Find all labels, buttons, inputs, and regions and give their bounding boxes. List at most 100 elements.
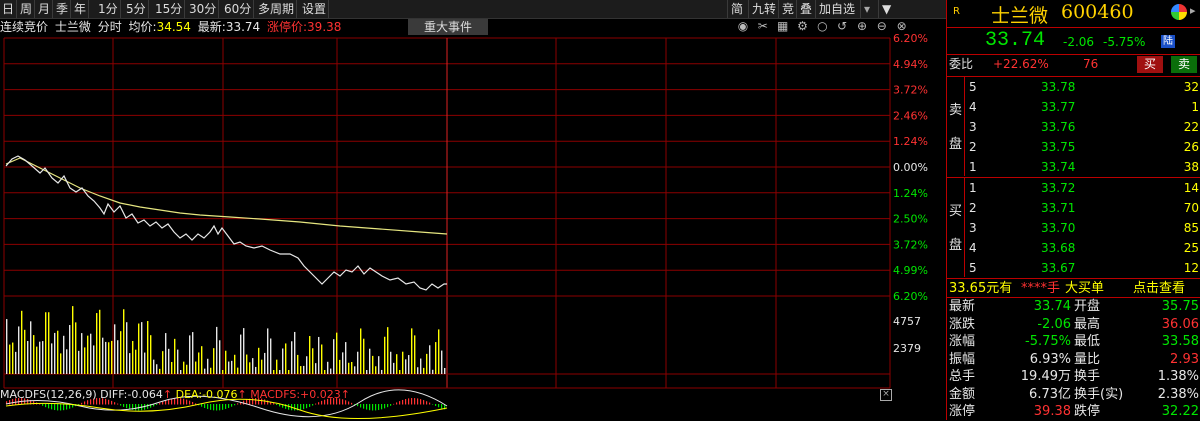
volume-bar [267, 328, 269, 374]
bid-row[interactable]: 4 33.68 25 [947, 239, 1200, 258]
macd-bar [147, 404, 149, 409]
period-1min-button[interactable]: 1分 [96, 0, 121, 18]
expand-icon[interactable]: ▸ [1190, 4, 1196, 17]
volume-bar [102, 337, 104, 374]
volume-bar [429, 345, 431, 374]
add-watchlist-button[interactable]: 加自选 [815, 0, 858, 18]
undo-icon[interactable]: ↺ [834, 19, 850, 33]
eye-icon[interactable]: ◉ [735, 19, 751, 33]
macd-bar [237, 403, 239, 405]
ask-row[interactable]: 1 33.74 38 [947, 158, 1200, 177]
period-15min-button[interactable]: 15分 [153, 0, 186, 18]
bid-volume: 14 [1183, 181, 1199, 195]
bid-row[interactable]: 5 33.67 12 [947, 259, 1200, 278]
volume-bar [291, 341, 293, 374]
r-badge: R [953, 6, 960, 17]
stat-value: 2.93 [1170, 351, 1199, 367]
dea-line [5, 398, 448, 420]
volume-bar [171, 361, 173, 374]
overlay-button[interactable]: 叠 [796, 0, 815, 18]
avg-price-value: 34.54 [156, 20, 191, 34]
auction-button[interactable]: 竞 [778, 0, 797, 18]
watchlist-dropdown-icon[interactable]: ▾ [860, 0, 873, 18]
macd-bar [114, 402, 116, 405]
pct-tick-label: 1.24% [893, 187, 928, 200]
volume-bar [93, 345, 95, 374]
settings-button[interactable]: 设置 [300, 0, 330, 18]
volume-bar [405, 359, 407, 374]
volume-bar [354, 366, 356, 374]
color-wheel-icon[interactable] [1171, 4, 1187, 20]
ask-row[interactable]: 2 33.75 26 [947, 138, 1200, 157]
volume-bar [18, 326, 20, 374]
period-60min-button[interactable]: 60分 [222, 0, 255, 18]
volume-bar [342, 352, 344, 374]
volume-bar [366, 370, 368, 374]
bid-price: 33.72 [1041, 181, 1076, 195]
macd-bar [54, 404, 56, 411]
volume-bar [360, 328, 362, 374]
macd-bar [225, 404, 227, 410]
stats-row: 涨幅 -5.75% 最低 33.58 [947, 333, 1200, 351]
volume-bar [66, 349, 68, 374]
volume-bar [69, 325, 71, 374]
stat-value: 33.74 [1033, 299, 1071, 314]
macd-bar [51, 404, 53, 410]
sell-button[interactable]: 卖 [1171, 56, 1197, 73]
menu-dropdown-icon[interactable]: ▼ [878, 0, 894, 18]
volume-bar [141, 322, 143, 374]
volume-bar [390, 351, 392, 374]
multi-period-button[interactable]: 多周期 [256, 0, 298, 18]
zoom-in-icon[interactable]: ⊕ [854, 19, 870, 33]
volume-bar [36, 346, 38, 374]
close-macd-icon[interactable]: × [880, 389, 892, 401]
bid-row[interactable]: 2 33.71 70 [947, 199, 1200, 218]
simple-button[interactable]: 简 [727, 0, 746, 18]
dea-label: DEA: [175, 388, 203, 401]
ask-row[interactable]: 5 33.78 32 [947, 78, 1200, 97]
big-order-stars: ****手 [1021, 281, 1061, 296]
grid-icon[interactable]: ▦ [775, 19, 791, 33]
volume-bar [219, 340, 221, 374]
period-year-button[interactable]: 年 [72, 0, 90, 18]
circle-icon[interactable]: ○ [814, 19, 830, 33]
volume-bar [81, 333, 83, 374]
period-month-button[interactable]: 月 [36, 0, 54, 18]
scissors-icon[interactable]: ✂ [755, 19, 771, 33]
ask-row[interactable]: 3 33.76 22 [947, 118, 1200, 137]
bid-price: 33.67 [1041, 261, 1076, 275]
ask-volume: 1 [1191, 100, 1199, 114]
stat-label: 涨跌 [949, 316, 976, 332]
period-toolbar: 日 周 月 季 年 1分 5分 15分 30分 60分 多周期 设置 简 九转 … [0, 0, 946, 19]
bid-row[interactable]: 1 33.72 14 [947, 179, 1200, 198]
period-5min-button[interactable]: 5分 [124, 0, 149, 18]
macd-bar [159, 403, 161, 405]
buy-button[interactable]: 买 [1137, 56, 1163, 73]
settings-icon[interactable]: ⚙ [794, 19, 810, 33]
ask-level: 3 [969, 120, 977, 134]
chart-tools: ◉ ✂ ▦ ⚙ ○ ↺ ⊕ ⊖ ⊗ [735, 19, 910, 35]
period-day-button[interactable]: 日 [0, 0, 18, 18]
volume-bar [255, 366, 257, 374]
stats-row: 涨跌 -2.06 最高 36.06 [947, 316, 1200, 334]
jiuzhuan-button[interactable]: 九转 [748, 0, 779, 18]
volume-bar [201, 346, 203, 374]
view-mode-label: 分时 [97, 20, 122, 34]
major-events-button[interactable]: 重大事件 [408, 19, 488, 35]
intraday-chart[interactable]: 6.20% 4.94% 3.72% 2.46% 1.24% 0.00% 1.24% 2.50%… [0, 18, 946, 420]
stat-value: 32.22 [1161, 404, 1199, 419]
period-30min-button[interactable]: 30分 [187, 0, 220, 18]
bid-row[interactable]: 3 33.70 85 [947, 219, 1200, 238]
period-quarter-button[interactable]: 季 [54, 0, 72, 18]
big-order-link[interactable]: 点击查看 [1133, 279, 1185, 298]
ask-row[interactable]: 4 33.77 1 [947, 98, 1200, 117]
volume-bar [264, 352, 266, 374]
close-chart-icon[interactable]: ⊗ [894, 19, 910, 33]
volume-bar [6, 319, 8, 374]
volume-bar [78, 350, 80, 374]
bid-price: 33.71 [1041, 201, 1076, 215]
period-week-button[interactable]: 周 [18, 0, 36, 18]
volume-bar [126, 322, 128, 374]
stat-label: 最高 [1074, 316, 1101, 332]
zoom-out-icon[interactable]: ⊖ [874, 19, 890, 33]
